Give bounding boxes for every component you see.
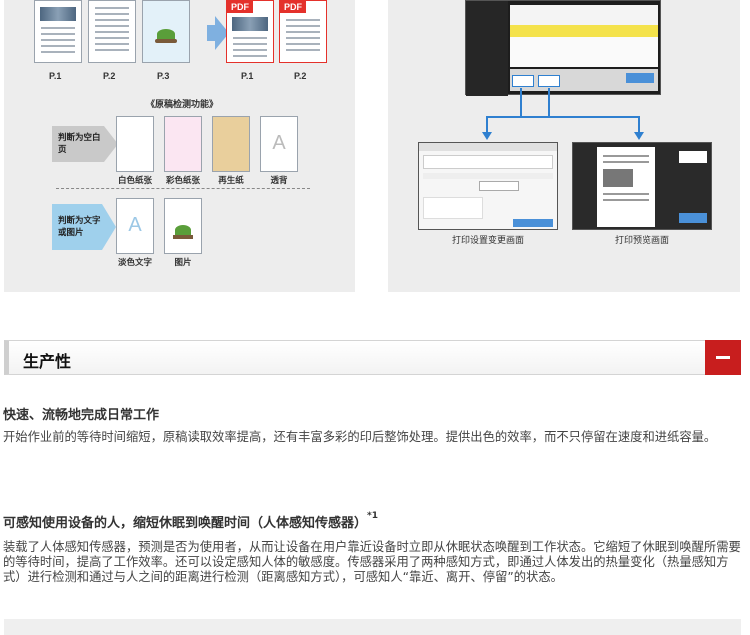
output-pdf-page-2: PDF <box>279 0 327 63</box>
pdf-badge: PDF <box>227 1 253 13</box>
settings-screen-caption: 打印设置变更画面 <box>451 236 524 246</box>
connector-line <box>548 88 550 116</box>
color-paper-sample <box>164 116 202 172</box>
main-control-panel-screen <box>465 0 661 96</box>
light-text-sample: A <box>116 198 154 254</box>
source-page-3 <box>142 0 190 63</box>
seedling-icon <box>157 29 175 39</box>
preview-screen-caption: 打印预览画面 <box>614 236 669 246</box>
sample-label: 图片 <box>174 258 192 268</box>
page-label: P.3 <box>157 71 170 81</box>
block-heading: 快速、流畅地完成日常工作 <box>3 408 160 423</box>
sample-label: 白色纸张 <box>117 176 152 186</box>
source-page-1 <box>34 0 82 63</box>
image-sample <box>164 198 202 254</box>
print-preview-screen <box>572 142 712 230</box>
show-through-sample: A <box>260 116 298 172</box>
section-title: 生产性 <box>23 352 72 371</box>
page-label: P.2 <box>294 71 307 81</box>
connector-line <box>520 88 522 116</box>
judge-blank-tag: 判断为空白页 <box>52 126 118 162</box>
blank-page-detection-illustration: PDF PDF P.1 P.2 P.3 P.1 P.2 《原稿检测功能》 判断为… <box>4 0 355 292</box>
productivity-accordion-header[interactable]: 生产性 <box>4 340 741 375</box>
judge-text-image-tag: 判断为文字或图片 <box>52 204 116 250</box>
minus-icon <box>716 356 730 359</box>
detection-caption: 《原稿检测功能》 <box>146 100 219 110</box>
footnote-marker[interactable]: *1 <box>367 511 378 521</box>
connector-line <box>486 116 640 118</box>
divider <box>56 188 310 189</box>
block-heading: 可感知使用设备的人，缩短休眠到唤醒时间（人体感知传感器）*1 <box>3 510 378 531</box>
source-page-2 <box>88 0 136 63</box>
print-settings-screen <box>418 142 558 230</box>
white-paper-sample <box>116 116 154 172</box>
page-label: P.2 <box>103 71 116 81</box>
next-section-strip <box>4 619 741 635</box>
output-pdf-page-1: PDF <box>226 0 274 63</box>
sample-label: 再生纸 <box>218 176 244 186</box>
pdf-badge: PDF <box>280 1 306 13</box>
sample-label: 彩色纸张 <box>165 176 200 186</box>
sample-label: 透背 <box>270 176 288 186</box>
collapse-button[interactable] <box>705 340 741 375</box>
recycled-paper-sample <box>212 116 250 172</box>
block-paragraph: 装载了人体感知传感器，预测是否为使用者，从而让设备在用户靠近设备时立即从休眠状态… <box>3 540 741 584</box>
block-paragraph: 开始作业前的等待时间缩短，原稿读取效率提高，还有丰富多彩的印后整饰处理。提供出色… <box>3 430 717 444</box>
arrow-down-icon <box>634 132 644 140</box>
arrow-down-icon <box>482 132 492 140</box>
seedling-icon <box>175 225 191 235</box>
sample-label: 淡色文字 <box>117 258 152 268</box>
page-label: P.1 <box>241 71 254 81</box>
page-label: P.1 <box>49 71 62 81</box>
